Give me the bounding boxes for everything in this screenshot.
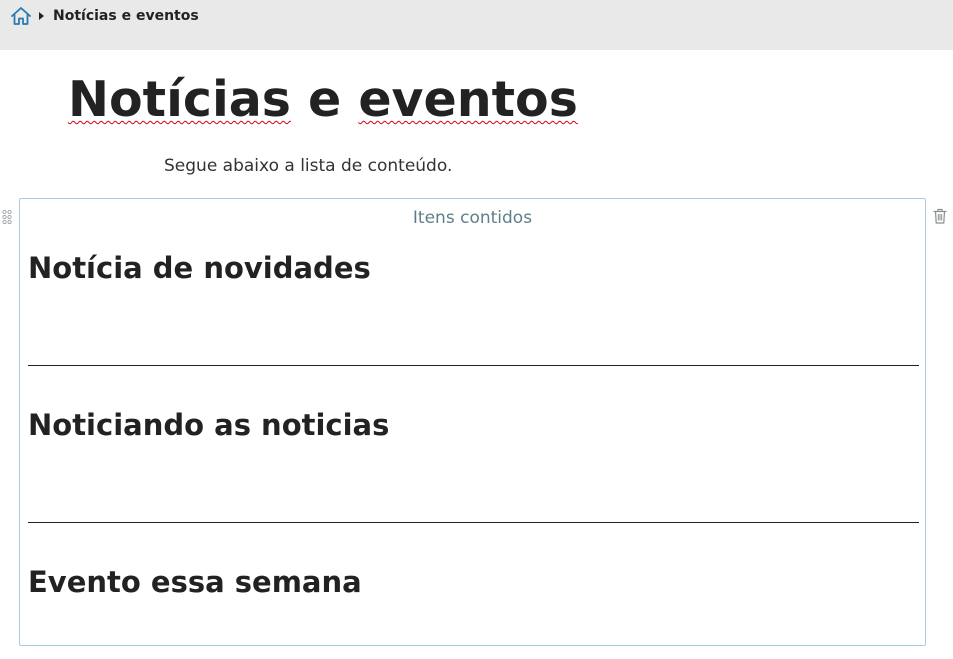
page-description[interactable]: Segue abaixo a lista de conteúdo. [164,156,452,176]
title-word-noticias: Notícias [68,71,291,128]
breadcrumb: Notícias e eventos [0,0,953,50]
title-word-eventos: eventos [358,71,578,128]
item-divider [28,522,919,523]
home-icon[interactable] [10,6,32,26]
item-title[interactable]: Evento essa semana [28,562,919,602]
item-title[interactable]: Noticiando as noticias [28,405,919,445]
block-header: Itens contidos [412,208,533,228]
trash-icon[interactable] [933,208,947,224]
item-title[interactable]: Notícia de novidades [28,248,919,288]
breadcrumb-separator-icon [39,12,44,20]
item-divider [28,365,919,366]
drag-handle-icon[interactable] [2,209,12,225]
page-title[interactable]: Notícias e eventos [68,66,578,134]
list-item[interactable]: Noticiando as noticias [28,405,919,445]
title-word-e: e [308,71,342,128]
list-item[interactable]: Evento essa semana [28,562,919,602]
breadcrumb-current: Notícias e eventos [53,8,199,24]
contents-listing-block[interactable]: Itens contidos Notícia de novidades Noti… [19,198,926,646]
list-item[interactable]: Notícia de novidades [28,248,919,288]
